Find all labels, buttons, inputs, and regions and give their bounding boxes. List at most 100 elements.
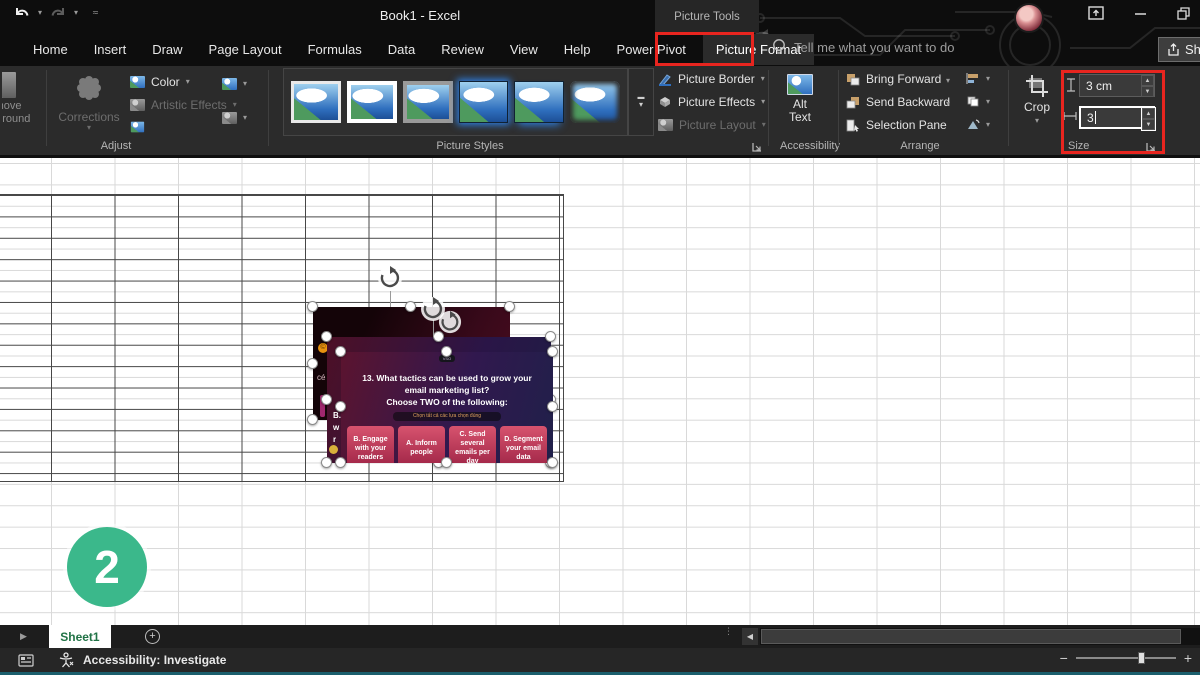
selection-pane-button[interactable]: Selection Pane <box>846 118 947 132</box>
remove-background-button[interactable]: Remove Background <box>2 70 42 130</box>
tab-help[interactable]: Help <box>551 34 604 65</box>
tab-review[interactable]: Review <box>428 34 497 65</box>
mid-card-letters: B. <box>333 411 341 420</box>
accessibility-group-label: Accessibility <box>762 140 858 152</box>
spreadsheet-grid[interactable]: © cé B. w r VSO 13. Wh <box>0 158 1200 625</box>
selection-handle[interactable] <box>321 457 332 468</box>
redo-icon[interactable] <box>50 6 66 20</box>
excel-window: ▾ ▾ ≂ Book1 - Excel Picture Tools <box>0 0 1200 675</box>
customize-qat-icon[interactable]: ≂ <box>92 9 99 17</box>
picture-effects-icon <box>658 96 672 108</box>
selection-handle[interactable] <box>321 394 332 405</box>
selection-handle[interactable] <box>307 414 318 425</box>
height-spinner[interactable]: ▲▼ <box>1141 75 1154 97</box>
send-backward-button[interactable]: Send Backward <box>846 95 950 109</box>
sheet-tab-sheet1[interactable]: Sheet1 <box>49 625 111 648</box>
color-button[interactable]: Color ▾ <box>130 75 190 89</box>
picture-style-5[interactable] <box>514 81 564 123</box>
contextual-tab-label: Picture Tools <box>674 11 740 23</box>
tab-insert[interactable]: Insert <box>81 34 140 65</box>
tab-draw[interactable]: Draw <box>139 34 195 65</box>
undo-icon[interactable] <box>14 6 30 20</box>
scroll-left-icon[interactable]: ◀ <box>742 628 758 645</box>
tab-power-pivot[interactable]: Power Pivot <box>604 34 699 65</box>
ribbon-display-options-icon[interactable] <box>1088 6 1104 20</box>
picture-effects-button[interactable]: Picture Effects ▾ <box>658 95 765 109</box>
bring-forward-dropdown-icon[interactable]: ▾ <box>946 77 950 85</box>
zoom-slider[interactable] <box>1076 657 1176 659</box>
selection-handle[interactable] <box>545 331 556 342</box>
selection-handle[interactable] <box>547 457 558 468</box>
selection-handle[interactable] <box>335 346 346 357</box>
horizontal-scrollbar-thumb[interactable] <box>761 629 1181 644</box>
artistic-effects-button[interactable]: Artistic Effects ▾ <box>130 98 237 112</box>
tab-page-layout[interactable]: Page Layout <box>196 34 295 65</box>
picture-front[interactable]: VSO 13. What tactics can be used to grow… <box>341 352 553 463</box>
rotate-button[interactable]: ▾ <box>966 118 990 131</box>
crop-button[interactable]: Crop ▾ <box>1014 74 1060 125</box>
zoom-out-icon[interactable]: − <box>1060 650 1068 666</box>
tell-me-label: Tell me what you want to do <box>794 40 954 55</box>
rotate-handle[interactable] <box>438 310 462 334</box>
picture-style-1[interactable] <box>291 81 341 123</box>
picture-style-3[interactable] <box>403 81 453 123</box>
selection-handle[interactable] <box>307 358 318 369</box>
minimize-icon[interactable] <box>1134 7 1147 20</box>
bring-forward-button[interactable]: Bring Forward <box>846 72 941 86</box>
picture-styles-more-button[interactable]: ▬ ▾ <box>628 68 654 136</box>
group-button[interactable]: ▾ <box>966 95 990 108</box>
picture-layout-button[interactable]: Picture Layout ▾ <box>658 118 766 132</box>
rotate-handle[interactable] <box>377 265 403 291</box>
selection-handle[interactable] <box>441 457 452 468</box>
picture-style-2[interactable] <box>347 81 397 123</box>
selection-handle[interactable] <box>405 301 416 312</box>
align-button[interactable]: ▾ <box>966 72 990 85</box>
send-backward-dropdown-icon[interactable]: ▾ <box>946 100 950 108</box>
size-dialog-launcher[interactable] <box>1146 142 1156 152</box>
selection-handle[interactable] <box>441 346 452 357</box>
accessibility-status[interactable]: Accessibility: Investigate <box>83 653 226 667</box>
selection-handle[interactable] <box>547 401 558 412</box>
mid-card-gold-dot <box>329 445 338 454</box>
horizontal-scrollbar[interactable] <box>760 628 1200 645</box>
picture-style-6[interactable] <box>570 81 620 123</box>
ribbon-tabs: Home Insert Draw Page Layout Formulas Da… <box>20 33 814 66</box>
selection-handle[interactable] <box>335 401 346 412</box>
selection-handle[interactable] <box>504 301 515 312</box>
selection-pane-icon <box>846 119 860 132</box>
width-spinner[interactable]: ▲▼ <box>1141 107 1156 131</box>
zoom-slider-thumb[interactable] <box>1138 652 1145 664</box>
change-picture-button[interactable]: ▾ <box>222 112 247 124</box>
splitter-dots[interactable]: ⋮ <box>724 629 733 634</box>
undo-dropdown-icon[interactable]: ▾ <box>38 9 42 17</box>
lightbulb-icon <box>772 38 786 56</box>
shape-height-icon <box>1066 78 1076 92</box>
selection-handle[interactable] <box>321 331 332 342</box>
selection-handle[interactable] <box>307 301 318 312</box>
macro-record-icon[interactable] <box>18 653 34 667</box>
reset-picture-button[interactable] <box>130 121 145 133</box>
tab-view[interactable]: View <box>497 34 551 65</box>
share-button[interactable]: Sha <box>1158 37 1200 62</box>
picture-style-4[interactable] <box>459 81 509 123</box>
zoom-in-icon[interactable]: + <box>1184 650 1192 666</box>
tab-formulas[interactable]: Formulas <box>295 34 375 65</box>
picture-border-button[interactable]: Picture Border ▾ <box>658 72 765 86</box>
selection-handle[interactable] <box>335 457 346 468</box>
corrections-button[interactable]: Corrections ▾ <box>56 74 122 132</box>
ribbon: Remove Background Corrections ▾ Color ▾ … <box>0 66 1200 155</box>
picture-styles-dialog-launcher[interactable] <box>752 142 762 152</box>
selection-handle[interactable] <box>547 346 558 357</box>
tell-me-box[interactable]: Tell me what you want to do <box>772 38 954 56</box>
sheet-nav-icon[interactable]: ▶ <box>20 631 27 642</box>
back-card-letters: cé <box>317 373 325 382</box>
alt-text-button[interactable]: Alt Text <box>778 74 822 124</box>
add-sheet-icon[interactable]: + <box>145 629 160 644</box>
restore-icon[interactable] <box>1177 7 1190 20</box>
account-avatar[interactable] <box>1014 3 1044 33</box>
tab-home[interactable]: Home <box>20 34 81 65</box>
tab-data[interactable]: Data <box>375 34 428 65</box>
redo-dropdown-icon[interactable]: ▾ <box>74 9 78 17</box>
compress-pictures-button[interactable]: ▾ <box>222 78 247 90</box>
accessibility-icon <box>58 652 75 668</box>
